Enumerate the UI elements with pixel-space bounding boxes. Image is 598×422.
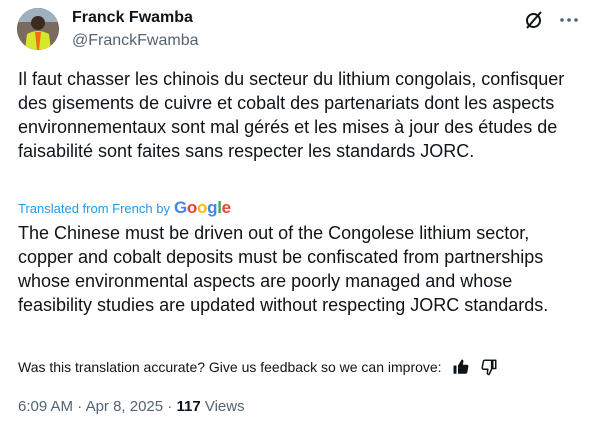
views-label: Views: [204, 398, 245, 415]
avatar[interactable]: [17, 8, 59, 50]
tweet-actions-top: [524, 10, 578, 30]
more-icon[interactable]: [560, 17, 578, 23]
tweet-original-text: Il faut chasser les chinois du secteur d…: [18, 69, 565, 161]
feedback-prompt: Was this translation accurate? Give us f…: [18, 359, 442, 375]
grok-icon[interactable]: [524, 10, 544, 30]
translated-from-label[interactable]: Translated from French by: [18, 201, 170, 216]
thumbs-up-icon[interactable]: [452, 358, 470, 376]
author-block: Franck Fwamba @FranckFwamba: [72, 8, 199, 51]
avatar-image: [17, 8, 59, 50]
google-logo: Google: [173, 198, 231, 217]
meta-separator: ·: [77, 398, 83, 415]
tweet-meta: 6:09 AM · Apr 8, 2025 · 117 Views: [18, 398, 245, 415]
thumbs-down-icon[interactable]: [480, 358, 498, 376]
tweet-time[interactable]: 6:09 AM: [18, 398, 73, 415]
meta-separator: ·: [167, 398, 173, 415]
author-handle[interactable]: @FranckFwamba: [72, 31, 199, 51]
author-name[interactable]: Franck Fwamba: [72, 8, 199, 28]
tweet-translated-text: The Chinese must be driven out of the Co…: [18, 223, 549, 315]
translation-attribution: Translated from French by Google: [18, 198, 231, 218]
translation-feedback: Was this translation accurate? Give us f…: [18, 358, 498, 376]
tweet-date[interactable]: Apr 8, 2025: [86, 398, 164, 415]
views-count[interactable]: 117: [176, 398, 200, 415]
